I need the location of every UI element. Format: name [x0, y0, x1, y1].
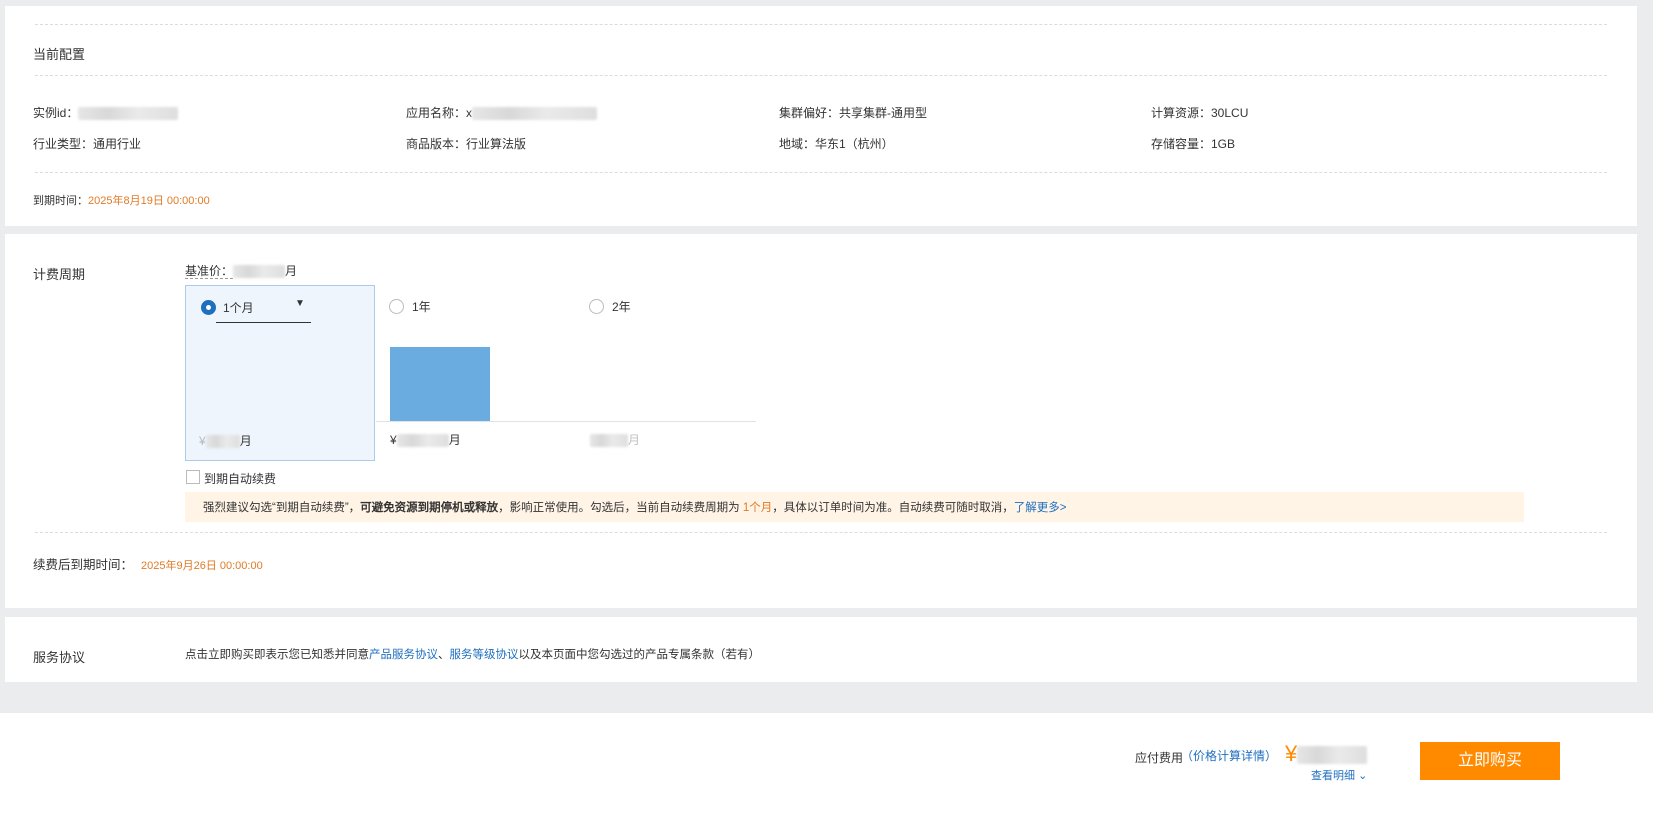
expire-value: 2025年8月19日 00:00:00	[88, 195, 210, 207]
cluster-preference: 集群偏好：共享集群-通用型	[779, 106, 927, 120]
app-name-redacted	[472, 107, 598, 121]
period-option-1-month[interactable]: 1个月 ▼ ¥ 月	[185, 285, 375, 461]
agreement-text-after: 以及本页面中您勾选过的产品专属条款（若有）	[518, 649, 761, 661]
region: 地域：华东1（杭州）	[779, 137, 894, 151]
total-price: ¥	[1285, 741, 1368, 767]
notice-text: ，影响正常使用。勾选后，当前自动续费周期为	[498, 502, 743, 514]
billing-card: 计费周期 基准价：月 1个月 ▼ ¥ 月 1年 ¥ 月 2年 月 到期自动续费 强烈…	[5, 234, 1637, 608]
view-detail-link[interactable]: 查看明细 ⌄	[1311, 767, 1367, 783]
base-price-suffix: 月	[285, 264, 298, 278]
learn-more-link[interactable]: 了解更多>	[1014, 502, 1067, 514]
compute-resource: 计算资源：30LCU	[1151, 106, 1249, 120]
expire-time: 到期时间：2025年8月19日 00:00:00	[33, 192, 210, 208]
payable-label: 应付费用	[1135, 751, 1184, 765]
divider	[35, 24, 1607, 25]
app-name-field: 应用名称：x	[406, 104, 598, 121]
renew-expire-time: 续费后到期时间： 2025年9月26日 00:00:00	[33, 554, 263, 573]
storage-capacity: 存储容量：1GB	[1151, 137, 1236, 151]
option-price: ¥ 月	[390, 431, 461, 448]
options-baseline	[376, 421, 756, 422]
base-price-redacted	[233, 265, 286, 279]
option-price: 月	[590, 431, 640, 448]
section-title-current-config: 当前配置	[33, 47, 86, 62]
notice-text: ，具体以订单时间为准。自动续费可随时取消，	[772, 502, 1014, 514]
auto-renew-label[interactable]: 到期自动续费	[204, 470, 276, 487]
currency-symbol: ¥	[1285, 741, 1298, 766]
base-price-label: 基准价：	[185, 264, 234, 279]
renew-expire-label: 续费后到期时间：	[33, 558, 134, 572]
period-option-label: 1个月	[223, 301, 254, 315]
radio-1-year[interactable]	[389, 299, 404, 314]
base-price: 基准价： 月	[185, 262, 297, 279]
renew-expire-value: 2025年9月26日 00:00:00	[141, 560, 263, 572]
auto-renew-checkbox[interactable]	[186, 470, 200, 484]
agreement-card: 服务协议 点击立即购买即表示您已知悉并同意产品服务协议、服务等级协议以及本页面中…	[5, 617, 1637, 682]
period-option-1-year[interactable]: 1年 ¥ 月	[385, 285, 575, 461]
discount-bar	[390, 347, 490, 421]
chevron-down-icon[interactable]: ▼	[295, 298, 305, 309]
divider	[35, 172, 1607, 173]
price-suffix: 月	[628, 433, 641, 447]
price-suffix: 月	[239, 434, 252, 448]
agreement-separator: 、	[438, 649, 450, 661]
current-config-card: 当前配置 实例id： 应用名称：x 集群偏好：共享集群-通用型 计算资源：30L…	[5, 6, 1637, 226]
instance-id-label: 实例id：	[33, 106, 79, 120]
option-price: ¥ 月	[199, 432, 252, 449]
period-option-label: 1年	[412, 300, 431, 314]
instance-id-field: 实例id：	[33, 104, 179, 121]
expire-label: 到期时间：	[33, 195, 88, 207]
auto-renew-notice: 强烈建议勾选“到期自动续费”，可避免资源到期停机或释放，影响正常使用。勾选后，当…	[185, 492, 1524, 522]
price-prefix: ¥	[199, 434, 206, 448]
price-suffix: 月	[448, 433, 461, 447]
agreement-text: 点击立即购买即表示您已知悉并同意产品服务协议、服务等级协议以及本页面中您勾选过的…	[185, 646, 760, 662]
radio-2-year[interactable]	[589, 299, 604, 314]
chevron-down-icon: ⌄	[1358, 770, 1368, 782]
instance-id-redacted	[78, 107, 179, 121]
industry-type: 行业类型：通用行业	[33, 137, 142, 151]
product-edition: 商品版本：行业算法版	[406, 137, 527, 151]
select-underline	[216, 322, 311, 323]
section-title-billing: 计费周期	[33, 267, 86, 282]
product-service-agreement-link[interactable]: 产品服务协议	[369, 649, 438, 661]
buy-now-button[interactable]: 立即购买	[1420, 742, 1560, 780]
notice-text: 强烈建议勾选“到期自动续费”，	[203, 502, 361, 514]
divider	[35, 532, 1607, 533]
price-detail-link[interactable]: （价格计算详情）	[1181, 747, 1277, 764]
price-redacted	[205, 435, 240, 449]
service-level-agreement-link[interactable]: 服务等级协议	[450, 649, 519, 661]
footer-bar: 应付费用 （价格计算详情） ¥ 查看明细 ⌄	[0, 713, 1653, 827]
notice-period: 1个月	[742, 502, 773, 514]
section-title-agreement: 服务协议	[33, 650, 86, 665]
price-prefix: ¥	[390, 433, 397, 447]
radio-1-month[interactable]	[201, 300, 216, 315]
app-name-label: 应用名称：	[406, 106, 467, 120]
agreement-text-before: 点击立即购买即表示您已知悉并同意	[185, 649, 369, 661]
view-detail-label: 查看明细	[1311, 770, 1355, 782]
notice-bold: 可避免资源到期停机或释放	[360, 502, 499, 514]
total-price-redacted	[1297, 746, 1368, 765]
divider	[35, 75, 1607, 76]
period-option-2-year[interactable]: 2年 月	[575, 285, 765, 461]
price-redacted	[590, 434, 628, 448]
price-redacted	[396, 434, 449, 448]
period-option-label: 2年	[612, 300, 631, 314]
